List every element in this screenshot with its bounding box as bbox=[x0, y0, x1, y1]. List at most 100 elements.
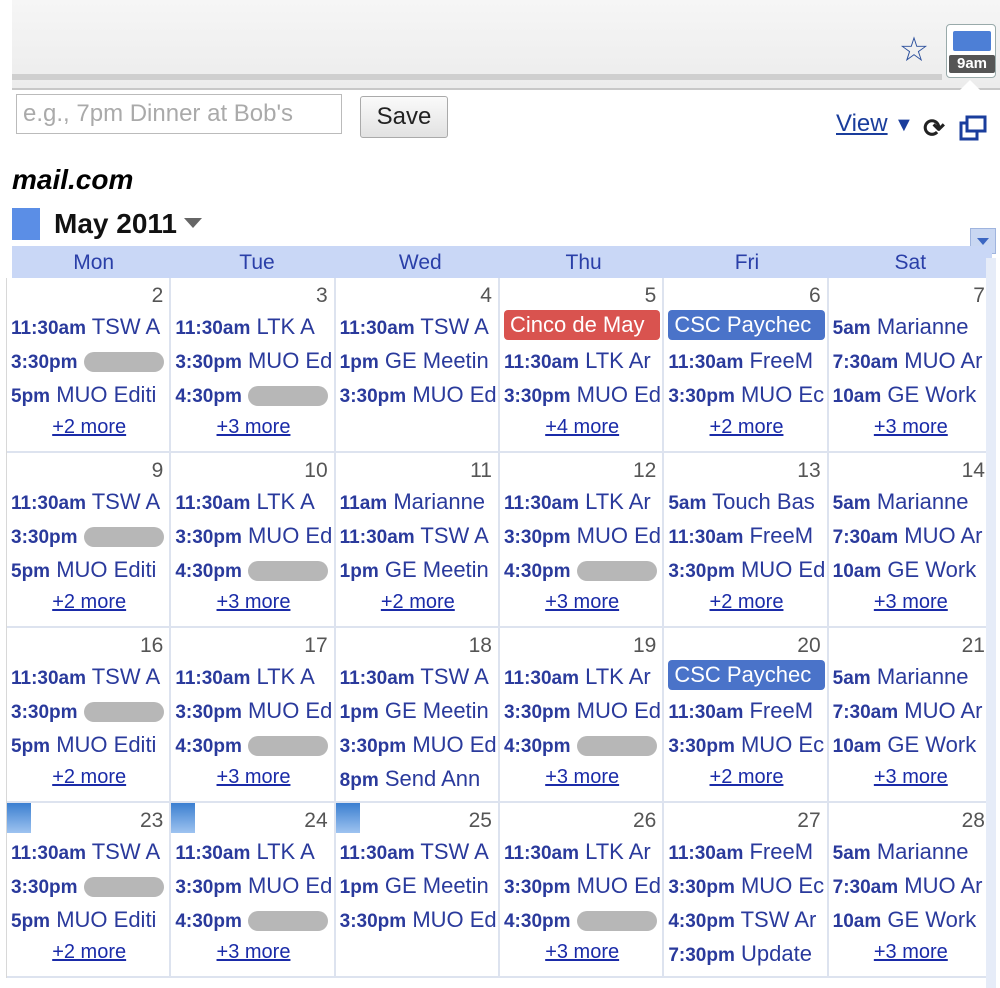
event-item[interactable]: 3:30pm MUO Ed bbox=[504, 869, 660, 903]
event-item[interactable]: 7:30am MUO Ar bbox=[833, 694, 989, 728]
event-item[interactable]: 5pm MUO Editi bbox=[11, 728, 167, 762]
day-cell[interactable]: 13 5am Touch Bas 11:30am FreeM 3:30pm MUO E… bbox=[664, 453, 829, 628]
event-item[interactable]: 3:30pm bbox=[11, 519, 167, 553]
event-item[interactable]: 11:30am LTK A bbox=[175, 660, 331, 694]
day-number[interactable]: 27 bbox=[797, 809, 820, 833]
more-events-link[interactable]: +2 more bbox=[340, 587, 496, 617]
event-item[interactable]: 1pm GE Meetin bbox=[340, 344, 496, 378]
all-day-event-chip[interactable]: CSC Paychec bbox=[668, 660, 825, 690]
day-number[interactable]: 21 bbox=[962, 634, 985, 658]
event-item[interactable]: 11:30am TSW A bbox=[11, 660, 167, 694]
day-cell[interactable]: 19 11:30am LTK Ar 3:30pm MUO Ed 4:30pm +3 m… bbox=[499, 628, 665, 803]
event-item[interactable]: 3:30pm MUO Ed bbox=[504, 378, 660, 412]
view-link[interactable]: View bbox=[836, 110, 888, 138]
save-button[interactable]: Save bbox=[360, 96, 448, 138]
day-number[interactable]: 3 bbox=[316, 284, 328, 308]
event-item[interactable]: 11:30am LTK A bbox=[175, 310, 331, 344]
event-item[interactable]: 5am Marianne bbox=[833, 660, 989, 694]
event-item[interactable]: 4:30pm TSW Ar bbox=[668, 903, 824, 937]
day-number[interactable]: 4 bbox=[480, 284, 492, 308]
event-item[interactable]: 4:30pm bbox=[175, 728, 331, 762]
quick-add-input[interactable] bbox=[16, 94, 342, 134]
day-cell[interactable]: 16 11:30am TSW A 3:30pm 5pm MUO Editi +2 mo… bbox=[7, 628, 172, 803]
day-cell[interactable]: 17 11:30am LTK A 3:30pm MUO Ed 4:30pm +3 mo… bbox=[171, 628, 336, 803]
day-number[interactable]: 7 bbox=[973, 284, 985, 308]
more-events-link[interactable]: +3 more bbox=[504, 937, 660, 967]
event-item[interactable]: 3:30pm MUO Ed bbox=[504, 694, 660, 728]
event-item[interactable]: 11:30am FreeM bbox=[668, 835, 824, 869]
more-events-link[interactable]: +2 more bbox=[11, 937, 167, 967]
more-events-link[interactable]: +2 more bbox=[11, 412, 167, 442]
more-events-link[interactable]: +3 more bbox=[175, 937, 331, 967]
event-item[interactable]: 11:30am LTK Ar bbox=[504, 835, 660, 869]
event-item[interactable]: 5am Marianne bbox=[833, 835, 989, 869]
event-item[interactable]: 7:30am MUO Ar bbox=[833, 519, 989, 553]
event-item[interactable]: 11:30am LTK Ar bbox=[504, 485, 660, 519]
event-item[interactable]: 4:30pm bbox=[175, 378, 331, 412]
all-day-event-chip[interactable]: CSC Paychec bbox=[668, 310, 825, 340]
event-item[interactable]: 3:30pm MUO Ed bbox=[175, 869, 331, 903]
event-item[interactable]: 11:30am LTK A bbox=[175, 835, 331, 869]
event-item[interactable]: 11:30am TSW A bbox=[11, 835, 167, 869]
day-number[interactable]: 18 bbox=[469, 634, 492, 658]
month-dropdown-icon[interactable] bbox=[184, 218, 202, 228]
more-events-link[interactable]: +2 more bbox=[668, 412, 824, 442]
day-cell[interactable]: 4 11:30am TSW A 1pm GE Meetin 3:30pm MUO Ed bbox=[335, 278, 500, 453]
event-item[interactable]: 10am GE Work bbox=[833, 378, 989, 412]
event-item[interactable]: 5am Marianne bbox=[833, 310, 989, 344]
day-cell[interactable]: 25 11:30am TSW A 1pm GE Meetin 3:30pm MUO E… bbox=[335, 803, 500, 978]
day-cell[interactable]: 11 11am Marianne 11:30am TSW A 1pm GE Meeti… bbox=[335, 453, 500, 628]
event-item[interactable]: 10am GE Work bbox=[833, 728, 989, 762]
event-item[interactable]: 1pm GE Meetin bbox=[340, 694, 496, 728]
calendar-icon[interactable]: 9am bbox=[946, 24, 996, 78]
event-item[interactable]: 1pm GE Meetin bbox=[340, 553, 496, 587]
event-item[interactable]: 11:30am FreeM bbox=[668, 344, 824, 378]
event-item[interactable]: 3:30pm MUO Ed bbox=[340, 378, 496, 412]
event-item[interactable]: 11:30am TSW A bbox=[340, 835, 496, 869]
more-events-link[interactable]: +3 more bbox=[175, 587, 331, 617]
day-cell[interactable]: 28 5am Marianne 7:30am MUO Ar 10am GE Work +… bbox=[828, 803, 993, 978]
event-item[interactable]: 3:30pm MUO Ed bbox=[175, 344, 331, 378]
more-events-link[interactable]: +4 more bbox=[504, 412, 660, 442]
event-item[interactable]: 3:30pm MUO Ed bbox=[340, 903, 496, 937]
more-events-link[interactable]: +2 more bbox=[668, 587, 824, 617]
day-cell[interactable]: 2 11:30am TSW A 3:30pm 5pm MUO Editi +2 mor… bbox=[7, 278, 172, 453]
more-events-link[interactable]: +3 more bbox=[175, 762, 331, 792]
day-cell[interactable]: 26 11:30am LTK Ar 3:30pm MUO Ed 4:30pm +3 m… bbox=[499, 803, 665, 978]
day-number[interactable]: 12 bbox=[633, 459, 656, 483]
more-events-link[interactable]: +3 more bbox=[833, 762, 989, 792]
event-item[interactable]: 11am Marianne bbox=[340, 485, 496, 519]
day-number[interactable]: 25 bbox=[469, 809, 492, 833]
event-item[interactable]: 11:30am LTK A bbox=[175, 485, 331, 519]
day-number[interactable]: 6 bbox=[809, 284, 821, 308]
event-item[interactable]: 5pm MUO Editi bbox=[11, 553, 167, 587]
day-cell[interactable]: 5 Cinco de May 11:30am LTK Ar 3:30pm MUO Ed… bbox=[499, 278, 665, 453]
more-events-link[interactable]: +2 more bbox=[11, 762, 167, 792]
event-item[interactable]: 10am GE Work bbox=[833, 903, 989, 937]
event-item[interactable]: 11:30am TSW A bbox=[340, 519, 496, 553]
event-item[interactable]: 11:30am LTK Ar bbox=[504, 344, 660, 378]
event-item[interactable]: 5pm MUO Editi bbox=[11, 378, 167, 412]
star-icon[interactable]: ☆ bbox=[894, 30, 934, 70]
more-events-link[interactable]: +3 more bbox=[833, 412, 989, 442]
event-item[interactable]: 11:30am TSW A bbox=[340, 310, 496, 344]
event-item[interactable]: 3:30pm MUO Ec bbox=[668, 869, 824, 903]
event-item[interactable]: 3:30pm MUO Ec bbox=[668, 728, 824, 762]
day-cell[interactable]: 23 11:30am TSW A 3:30pm 5pm MUO Editi +2 mo… bbox=[7, 803, 172, 978]
day-cell[interactable]: 10 11:30am LTK A 3:30pm MUO Ed 4:30pm +3 mo… bbox=[171, 453, 336, 628]
event-item[interactable]: 3:30pm MUO Ed bbox=[175, 519, 331, 553]
event-item[interactable]: 4:30pm bbox=[504, 728, 660, 762]
event-item[interactable]: 3:30pm MUO Ed bbox=[668, 553, 824, 587]
day-number[interactable]: 23 bbox=[140, 809, 163, 833]
day-cell[interactable]: 20 CSC Paychec 11:30am FreeM 3:30pm MUO Ec +… bbox=[664, 628, 829, 803]
event-item[interactable]: 4:30pm bbox=[175, 553, 331, 587]
more-events-link[interactable]: +3 more bbox=[833, 937, 989, 967]
event-item[interactable]: 4:30pm bbox=[504, 553, 660, 587]
event-item[interactable]: 3:30pm bbox=[11, 869, 167, 903]
day-number[interactable]: 13 bbox=[797, 459, 820, 483]
day-cell[interactable]: 6 CSC Paychec 11:30am FreeM 3:30pm MUO Ec +2… bbox=[664, 278, 829, 453]
event-item[interactable]: 3:30pm MUO Ed bbox=[175, 694, 331, 728]
event-item[interactable]: 11:30am TSW A bbox=[340, 660, 496, 694]
event-item[interactable]: 11:30am FreeM bbox=[668, 519, 824, 553]
event-item[interactable]: 3:30pm bbox=[11, 694, 167, 728]
